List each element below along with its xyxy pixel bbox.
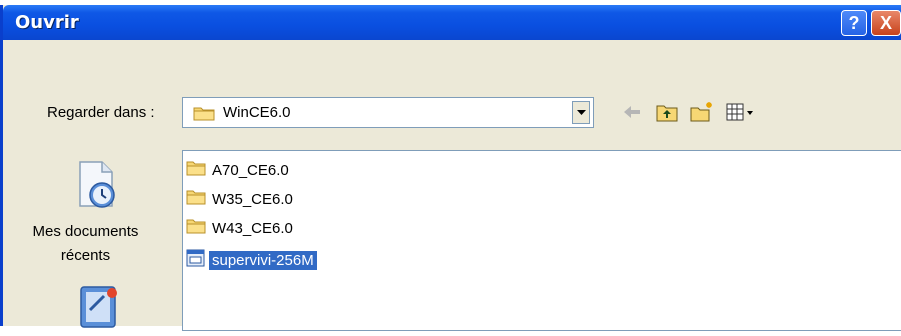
back-arrow-icon[interactable] <box>621 101 643 128</box>
chevron-down-icon[interactable] <box>572 101 590 124</box>
file-name: W35_CE6.0 <box>212 190 293 208</box>
dialog-title: Ouvrir <box>15 12 79 33</box>
lookin-value: WinCE6.0 <box>223 104 291 121</box>
place-label-line1: Mes documents <box>32 223 139 240</box>
new-folder-icon[interactable] <box>689 101 715 128</box>
lookin-label: Regarder dans : <box>47 104 155 121</box>
folder-icon <box>193 105 215 126</box>
lookin-combobox[interactable]: WinCE6.0 <box>182 97 594 128</box>
help-button[interactable]: ? <box>841 10 867 36</box>
places-bar: Mes documents récents <box>3 150 168 331</box>
file-name: A70_CE6.0 <box>212 161 289 179</box>
binary-file-icon <box>186 249 206 272</box>
view-menu-icon[interactable] <box>725 101 755 128</box>
list-item[interactable]: A70_CE6.0 <box>186 159 292 181</box>
place-label-line2: récents <box>60 247 111 264</box>
file-name: W43_CE6.0 <box>212 219 293 237</box>
file-list[interactable]: A70_CE6.0 W35_CE6.0 W43_CE6.0 supervivi-… <box>182 150 901 331</box>
list-item[interactable]: W43_CE6.0 <box>186 217 296 239</box>
file-name: supervivi-256M <box>209 250 317 270</box>
open-dialog: Ouvrir ? X Regarder dans : WinCE6.0 Mes … <box>0 5 901 331</box>
close-button[interactable]: X <box>871 10 901 36</box>
recent-documents-icon <box>75 160 119 215</box>
list-item[interactable]: W35_CE6.0 <box>186 188 296 210</box>
folder-icon <box>186 160 206 181</box>
folder-icon <box>186 218 206 239</box>
up-one-level-icon[interactable] <box>655 101 679 128</box>
folder-icon <box>186 189 206 210</box>
list-item-selected[interactable]: supervivi-256M <box>186 249 317 271</box>
desktop-icon <box>77 283 121 336</box>
title-bar[interactable]: Ouvrir ? X <box>3 5 901 40</box>
